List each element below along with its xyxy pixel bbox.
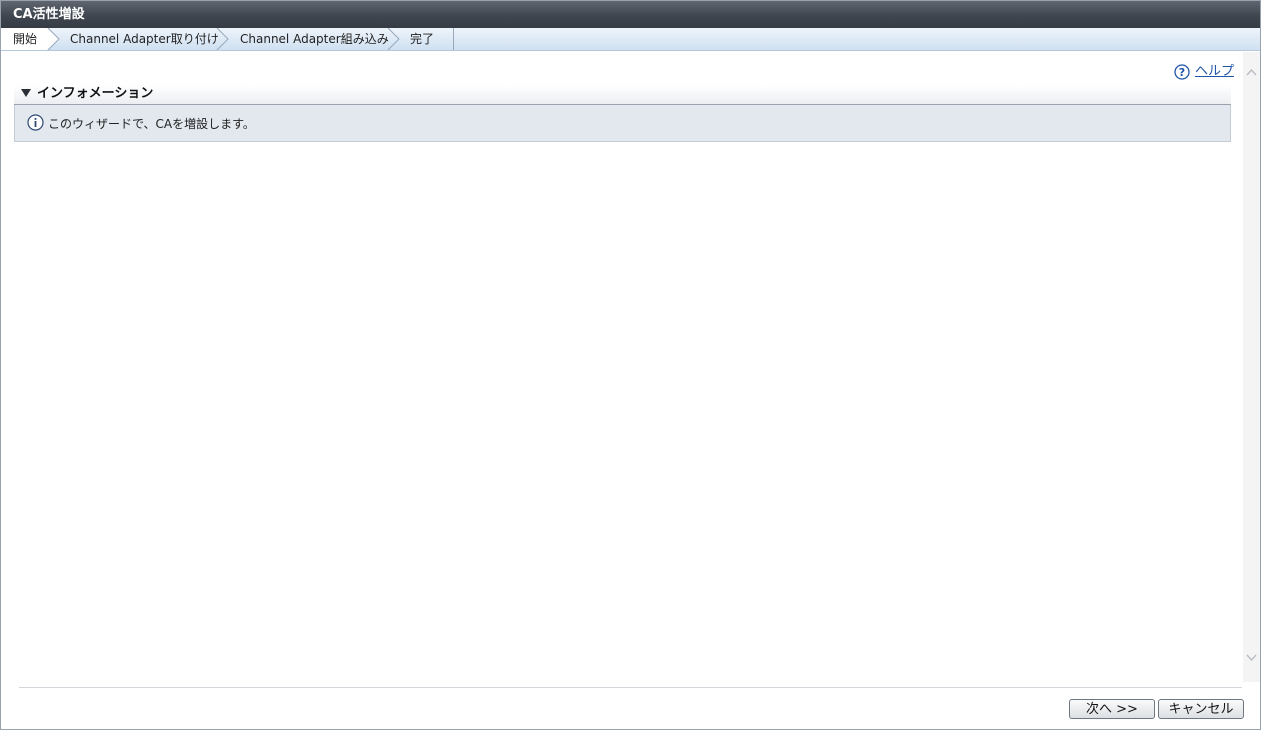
wizard-step-complete: 完了 bbox=[410, 32, 435, 46]
help-link[interactable]: ヘルプ bbox=[1195, 63, 1234, 81]
next-button[interactable]: 次へ >> bbox=[1069, 699, 1155, 719]
step-separator-icon bbox=[387, 28, 401, 50]
info-icon bbox=[27, 114, 44, 131]
collapse-triangle-icon[interactable] bbox=[21, 89, 31, 97]
steps-divider bbox=[453, 28, 454, 50]
window-title: CA活性増設 bbox=[1, 1, 1260, 28]
svg-text:?: ? bbox=[1179, 66, 1185, 79]
information-message: このウィザードで、CAを増設します。 bbox=[48, 117, 255, 131]
information-message-box: このウィザードで、CAを増設します。 bbox=[14, 105, 1231, 142]
step-separator-icon bbox=[47, 28, 61, 50]
wizard-step-start: 開始 bbox=[1, 28, 47, 50]
scroll-down-icon[interactable] bbox=[1245, 651, 1258, 664]
wizard-step-ca-install: Channel Adapter取り付け bbox=[70, 32, 219, 46]
wizard-step-ca-incorporate: Channel Adapter組み込み bbox=[240, 32, 389, 46]
footer-divider bbox=[19, 687, 1242, 688]
cancel-button[interactable]: キャンセル bbox=[1158, 699, 1244, 719]
vertical-scrollbar[interactable] bbox=[1243, 52, 1260, 682]
wizard-steps-bar: 開始 Channel Adapter取り付け Channel Adapter組み… bbox=[1, 28, 1260, 51]
information-section-title: インフォメーション bbox=[37, 86, 154, 101]
information-section-header[interactable]: インフォメーション bbox=[14, 85, 1231, 105]
wizard-window: CA活性増設 開始 Channel Adapter取り付け Channel Ad… bbox=[0, 0, 1261, 730]
step-separator-icon bbox=[216, 28, 230, 50]
help-icon[interactable]: ? bbox=[1174, 64, 1190, 80]
scroll-up-icon[interactable] bbox=[1245, 66, 1258, 79]
